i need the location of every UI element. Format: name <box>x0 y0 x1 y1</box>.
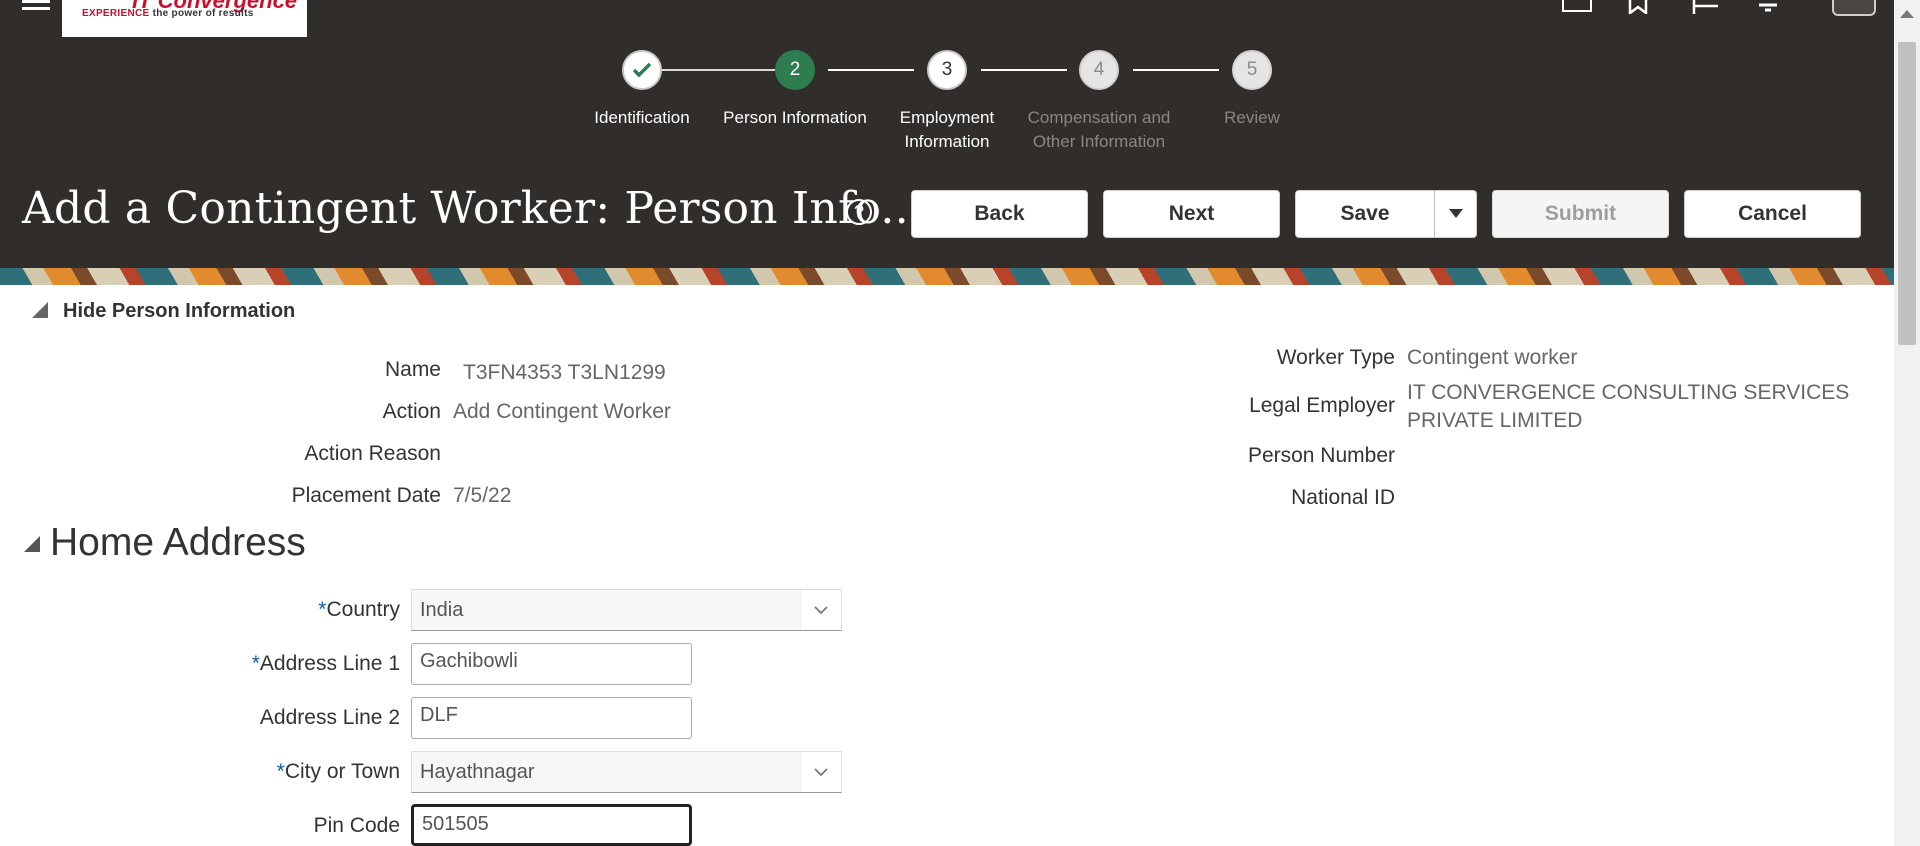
train-connector <box>661 69 775 71</box>
company-logo[interactable]: IT Convergence EXPERIENCE the power of r… <box>62 0 307 37</box>
legal-employer-value-line1: IT CONVERGENCE CONSULTING SERVICES <box>1407 381 1850 404</box>
home-address-title: Home Address <box>50 521 306 564</box>
person-number-label: Person Number <box>1247 444 1395 467</box>
chevron-down-icon[interactable] <box>800 752 841 792</box>
train-connector <box>828 69 914 71</box>
decorative-banner <box>0 268 1894 285</box>
hamburger-icon[interactable] <box>22 0 50 10</box>
national-id-label: National ID <box>1291 486 1395 509</box>
train-step-identification[interactable] <box>622 50 662 90</box>
save-dropdown-button[interactable] <box>1434 190 1477 238</box>
city-value: Hayathnagar <box>420 761 535 783</box>
cancel-button[interactable]: Cancel <box>1684 190 1861 238</box>
help-icon[interactable]: ? <box>846 199 872 225</box>
logo-tagline: EXPERIENCE the power of results <box>82 8 254 19</box>
section-collapse-icon[interactable] <box>32 302 48 318</box>
chevron-down-icon <box>1448 209 1463 218</box>
worker-type-value: Contingent worker <box>1407 346 1578 369</box>
save-button[interactable]: Save <box>1295 190 1435 238</box>
address-line-1-label: *Address Line 1 <box>251 652 400 675</box>
legal-employer-value-line2: PRIVATE LIMITED <box>1407 409 1583 432</box>
worker-type-label: Worker Type <box>1276 346 1395 369</box>
notifications-icon[interactable] <box>1756 0 1786 14</box>
page-title: Add a Contingent Worker: Person Info... <box>22 183 923 234</box>
country-label: *Country <box>318 598 400 621</box>
user-avatar[interactable] <box>1832 0 1876 16</box>
train-step-person-information[interactable]: 2 <box>775 50 815 90</box>
train-label-employment-information[interactable]: Employment Information <box>887 106 1007 154</box>
train-step-compensation: 4 <box>1079 50 1119 90</box>
city-select[interactable]: Hayathnagar <box>411 751 842 793</box>
country-select[interactable]: India <box>411 589 842 631</box>
country-value: India <box>420 599 464 621</box>
train-step-employment-information[interactable]: 3 <box>927 50 967 90</box>
train-label-identification[interactable]: Identification <box>562 106 722 130</box>
home-icon[interactable] <box>1562 0 1592 12</box>
address-line-2-input[interactable]: DLF <box>411 697 692 739</box>
hide-person-information-link[interactable]: Hide Person Information <box>63 300 295 323</box>
pin-code-label: Pin Code <box>313 814 400 837</box>
train-label-person-information[interactable]: Person Information <box>715 106 875 130</box>
chevron-down-icon[interactable] <box>800 590 841 630</box>
back-button[interactable]: Back <box>911 190 1088 238</box>
name-value: T3FN4353 T3LN1299 <box>463 361 666 384</box>
favorites-icon[interactable] <box>1626 0 1656 14</box>
home-address-collapse-icon[interactable] <box>24 536 40 552</box>
name-label: Name <box>384 358 441 381</box>
placement-date-label: Placement Date <box>291 484 441 507</box>
train-connector <box>1133 69 1219 71</box>
page-header: IT Convergence EXPERIENCE the power of r… <box>0 0 1894 268</box>
legal-employer-label: Legal Employer <box>1249 394 1395 417</box>
train-label-review: Review <box>1224 108 1280 127</box>
submit-button: Submit <box>1492 190 1669 238</box>
flag-icon[interactable] <box>1692 0 1722 14</box>
train-connector <box>981 69 1067 71</box>
action-reason-label: Action Reason <box>304 442 441 465</box>
next-button[interactable]: Next <box>1103 190 1280 238</box>
pin-code-input[interactable]: 501505 <box>411 804 692 846</box>
checkmark-icon <box>632 62 652 78</box>
scroll-up-arrow[interactable] <box>1900 10 1914 18</box>
address-line-2-label: Address Line 2 <box>259 706 400 729</box>
train-label-compensation: Compensation and Other Information <box>1027 108 1171 151</box>
train-step-review: 5 <box>1232 50 1272 90</box>
address-line-1-input[interactable]: Gachibowli <box>411 643 692 685</box>
scrollbar-thumb[interactable] <box>1898 42 1916 345</box>
city-label: *City or Town <box>276 760 400 783</box>
action-label: Action <box>382 400 441 423</box>
placement-date-value: 7/5/22 <box>453 484 512 507</box>
action-value: Add Contingent Worker <box>453 400 671 423</box>
